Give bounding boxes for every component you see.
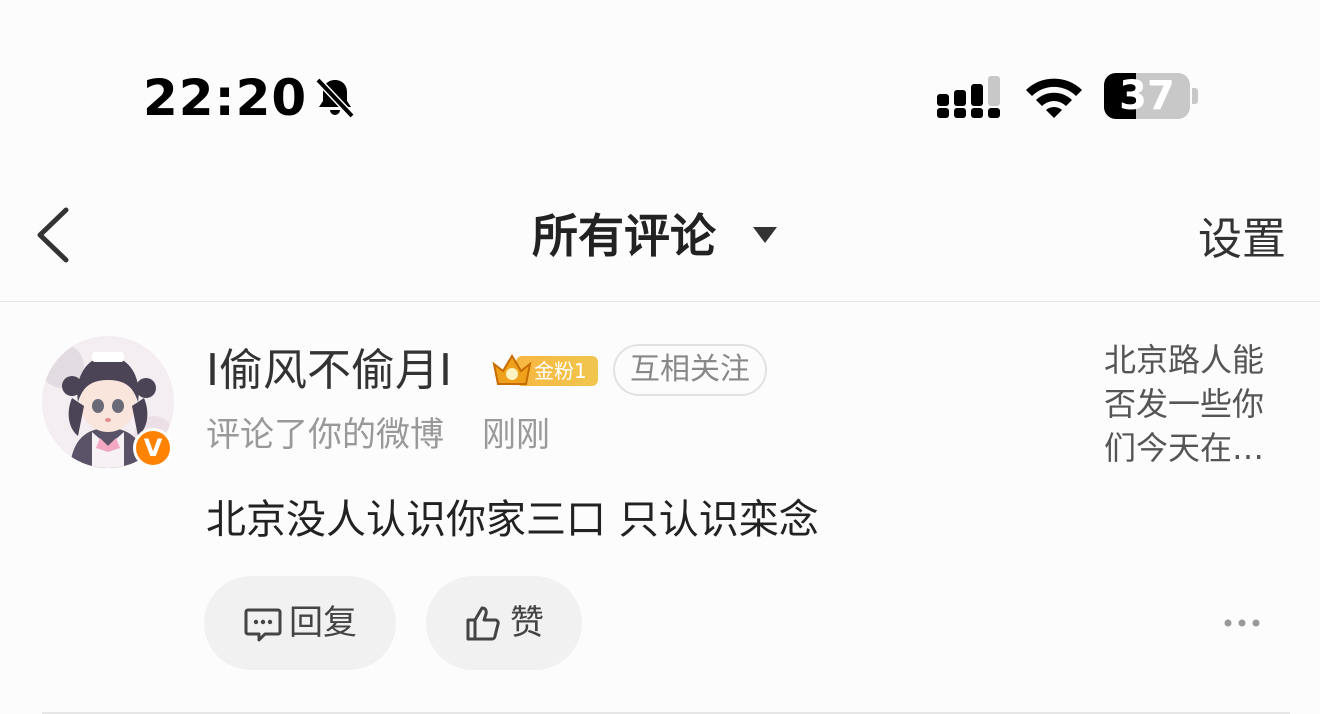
fan-badge[interactable]: 金粉1 (490, 350, 600, 390)
preview-line: 们今天在… (1104, 429, 1265, 467)
battery-icon: 37 (1104, 73, 1190, 119)
reply-label: 回复 (289, 603, 357, 643)
verified-badge: V (133, 428, 173, 468)
username[interactable]: I偷风不偷月I (206, 342, 452, 400)
fan-badge-label: 金粉1 (534, 359, 587, 383)
like-label: 赞 (510, 603, 544, 643)
reply-button[interactable]: 回复 (204, 576, 396, 670)
bell-slash-icon (315, 77, 355, 119)
wifi-icon (1026, 78, 1082, 118)
preview-line: 北京路人能 (1104, 341, 1265, 379)
original-post-preview[interactable]: 北京路人能 否发一些你 们今天在… (1104, 338, 1290, 470)
back-chevron-icon[interactable] (30, 204, 78, 266)
caret-down-icon[interactable] (752, 225, 778, 245)
like-button[interactable]: 赞 (426, 576, 582, 670)
settings-button[interactable]: 设置 (1198, 210, 1286, 270)
comment-action: 评论了你的微博 (206, 415, 444, 455)
cellular-signal-icon (937, 76, 1000, 118)
comment-text[interactable]: 北京没人认识你家三口 只认识栾念 (206, 492, 819, 548)
page-title[interactable]: 所有评论 (532, 206, 716, 266)
more-options-icon[interactable] (1222, 612, 1262, 634)
mutual-follow-badge[interactable]: 互相关注 (613, 344, 767, 396)
status-time: 22:20 (143, 69, 308, 127)
battery-percentage: 37 (1119, 73, 1175, 119)
preview-line: 否发一些你 (1104, 385, 1265, 423)
battery-cap (1192, 88, 1198, 104)
nav-divider (0, 301, 1320, 302)
comment-bubble-icon (244, 608, 282, 642)
comment-time: 刚刚 (482, 415, 550, 455)
thumbs-up-icon (466, 606, 500, 641)
crown-icon (492, 354, 532, 385)
